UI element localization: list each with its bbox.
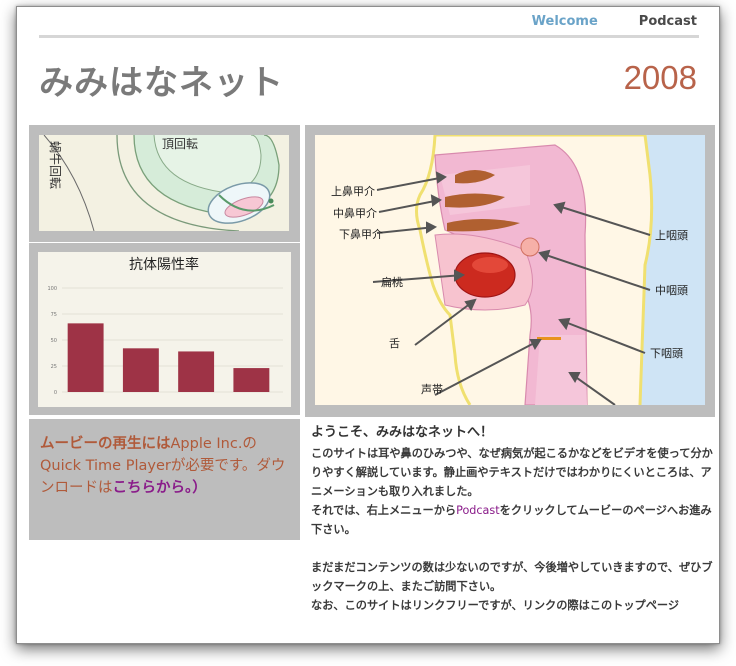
chart-y-tick-label: 100 xyxy=(47,286,57,292)
podcast-paragraph: それでは、右上メニューからPodcastをクリックしてムービーのページへお進み下… xyxy=(311,501,715,539)
chart-panel: 抗体陽性率 100 75 50 25 0 xyxy=(29,243,300,415)
chart-bar xyxy=(122,348,159,392)
label-inferior-turbinate: 下鼻甲介 xyxy=(339,227,383,241)
label-middle-turbinate: 中鼻甲介 xyxy=(333,206,377,220)
nav-welcome-link[interactable]: Welcome xyxy=(532,14,598,29)
chart-y-tick-label: 0 xyxy=(54,390,57,396)
nav-podcast-link[interactable]: Podcast xyxy=(639,14,697,29)
label-oropharynx: 中咽頭 xyxy=(655,284,688,297)
chart-bar xyxy=(67,323,104,392)
chart-y-tick-label: 50 xyxy=(51,338,57,344)
label-tonsil: 扁桃 xyxy=(381,275,403,289)
anatomy-image: 上鼻甲介 中鼻甲介 下鼻甲介 扁桃 舌 声帯 上咽頭 中咽頭 下咽頭 xyxy=(315,135,705,405)
label-nasopharynx: 上咽頭 xyxy=(655,229,688,242)
bookmark-paragraph: まだまだコンテンツの数は少ないのですが、今後増やしていきますので、ぜひブックマー… xyxy=(311,561,713,593)
year-label: 2008 xyxy=(623,59,697,96)
cochlea-label-side: 蝸牛回転 xyxy=(48,141,63,189)
quicktime-notice-text: ムービーの再生にはApple Inc.の Quick Time Playerが必… xyxy=(40,433,290,499)
chart-y-tick-label: 75 xyxy=(51,312,57,318)
chart-bar xyxy=(178,351,215,392)
anatomy-panel: 上鼻甲介 中鼻甲介 下鼻甲介 扁桃 舌 声帯 上咽頭 中咽頭 下咽頭 xyxy=(305,125,715,417)
antibody-chart: 抗体陽性率 100 75 50 25 0 xyxy=(38,252,291,407)
cochlea-image: 頂回転 蝸牛回転 xyxy=(39,135,289,231)
quicktime-notice: ムービーの再生にはApple Inc.の Quick Time Playerが必… xyxy=(29,419,300,540)
label-vocal-cord: 声帯 xyxy=(421,382,443,396)
cochlea-label-apex: 頂回転 xyxy=(162,137,198,151)
top-nav: Welcome Podcast xyxy=(532,14,697,29)
welcome-content: ようこそ、みみはなネットへ！ このサイトは耳や鼻のひみつや、なぜ病気が起こるかな… xyxy=(311,422,715,615)
podcast-paragraph-pre: それでは、右上メニューから xyxy=(311,504,457,517)
chart-title: 抗体陽性率 xyxy=(129,256,199,273)
browser-window: Welcome Podcast みみはなネット 2008 頂回転 蝸牛回転 抗体… xyxy=(16,6,720,644)
chart-bar xyxy=(233,368,270,392)
label-hypopharynx: 下咽頭 xyxy=(650,347,683,360)
cochlea-panel: 頂回転 蝸牛回転 xyxy=(29,125,300,242)
welcome-heading: ようこそ、みみはなネットへ！ xyxy=(311,425,494,440)
label-superior-turbinate: 上鼻甲介 xyxy=(331,184,375,198)
link-free-paragraph: なお、このサイトはリンクフリーですが、リンクの際はこのトップページ xyxy=(311,599,680,612)
label-tongue: 舌 xyxy=(389,337,400,350)
site-title: みみはなネット xyxy=(39,63,284,103)
intro-paragraph: このサイトは耳や鼻のひみつや、なぜ病気が起こるかなどをビデオを使って分かりやすく… xyxy=(311,447,713,498)
promo-text-1: ムービーの再生には xyxy=(40,436,171,452)
header-divider xyxy=(39,35,699,38)
podcast-inline-link[interactable]: Podcast xyxy=(456,504,500,517)
chart-y-tick-label: 25 xyxy=(51,364,57,370)
download-link[interactable]: こちらから。） xyxy=(113,480,207,496)
